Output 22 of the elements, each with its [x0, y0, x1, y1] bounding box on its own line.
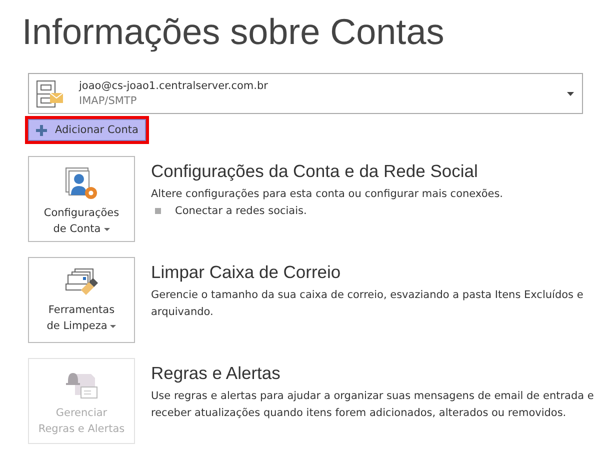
account-email: joao@cs-joao1.centralserver.com.br: [79, 80, 269, 92]
section-heading: Configurações da Conta e da Rede Social: [151, 161, 479, 182]
section-heading: Limpar Caixa de Correio: [151, 262, 342, 283]
section-description: Altere configurações para esta conta ou configurar mais conexões.: [151, 187, 504, 202]
bullet-icon: [155, 208, 161, 214]
caret-icon: [104, 228, 110, 231]
caret-icon: [110, 324, 116, 328]
section-heading: Regras e Alertas: [151, 363, 282, 384]
envelopes-brush-icon: [64, 268, 98, 298]
section-button[interactable]: Ferramentas de Limpeza: [28, 257, 135, 343]
page-title: Informações sobre Contas: [22, 10, 446, 54]
person-gear-icon: [64, 167, 98, 201]
add-account-button[interactable]: Adicionar Conta: [25, 116, 150, 144]
account-type: IMAP/SMTP: [79, 95, 138, 107]
section-button[interactable]: Configurações de Conta: [28, 156, 135, 242]
account-dropdown[interactable]: joao@cs-joao1.centralserver.com.br IMAP/SMTP: [28, 73, 583, 114]
section-description: Use regras e alertas para ajudar a organizar suas mensagens de email de entrada e receber atualizações quando itens forem adicionados, alterados ou removidos.: [151, 389, 595, 421]
section-description: Gerencie o tamanho da sua caixa de correio, esvaziando a pasta Itens Excluídos e arquivando.: [151, 288, 584, 320]
bullet-text: Conectar a redes sociais.: [175, 205, 307, 217]
plus-icon: [36, 124, 47, 136]
file-cabinet-icon: [35, 78, 65, 108]
caret-icon: [567, 92, 574, 96]
